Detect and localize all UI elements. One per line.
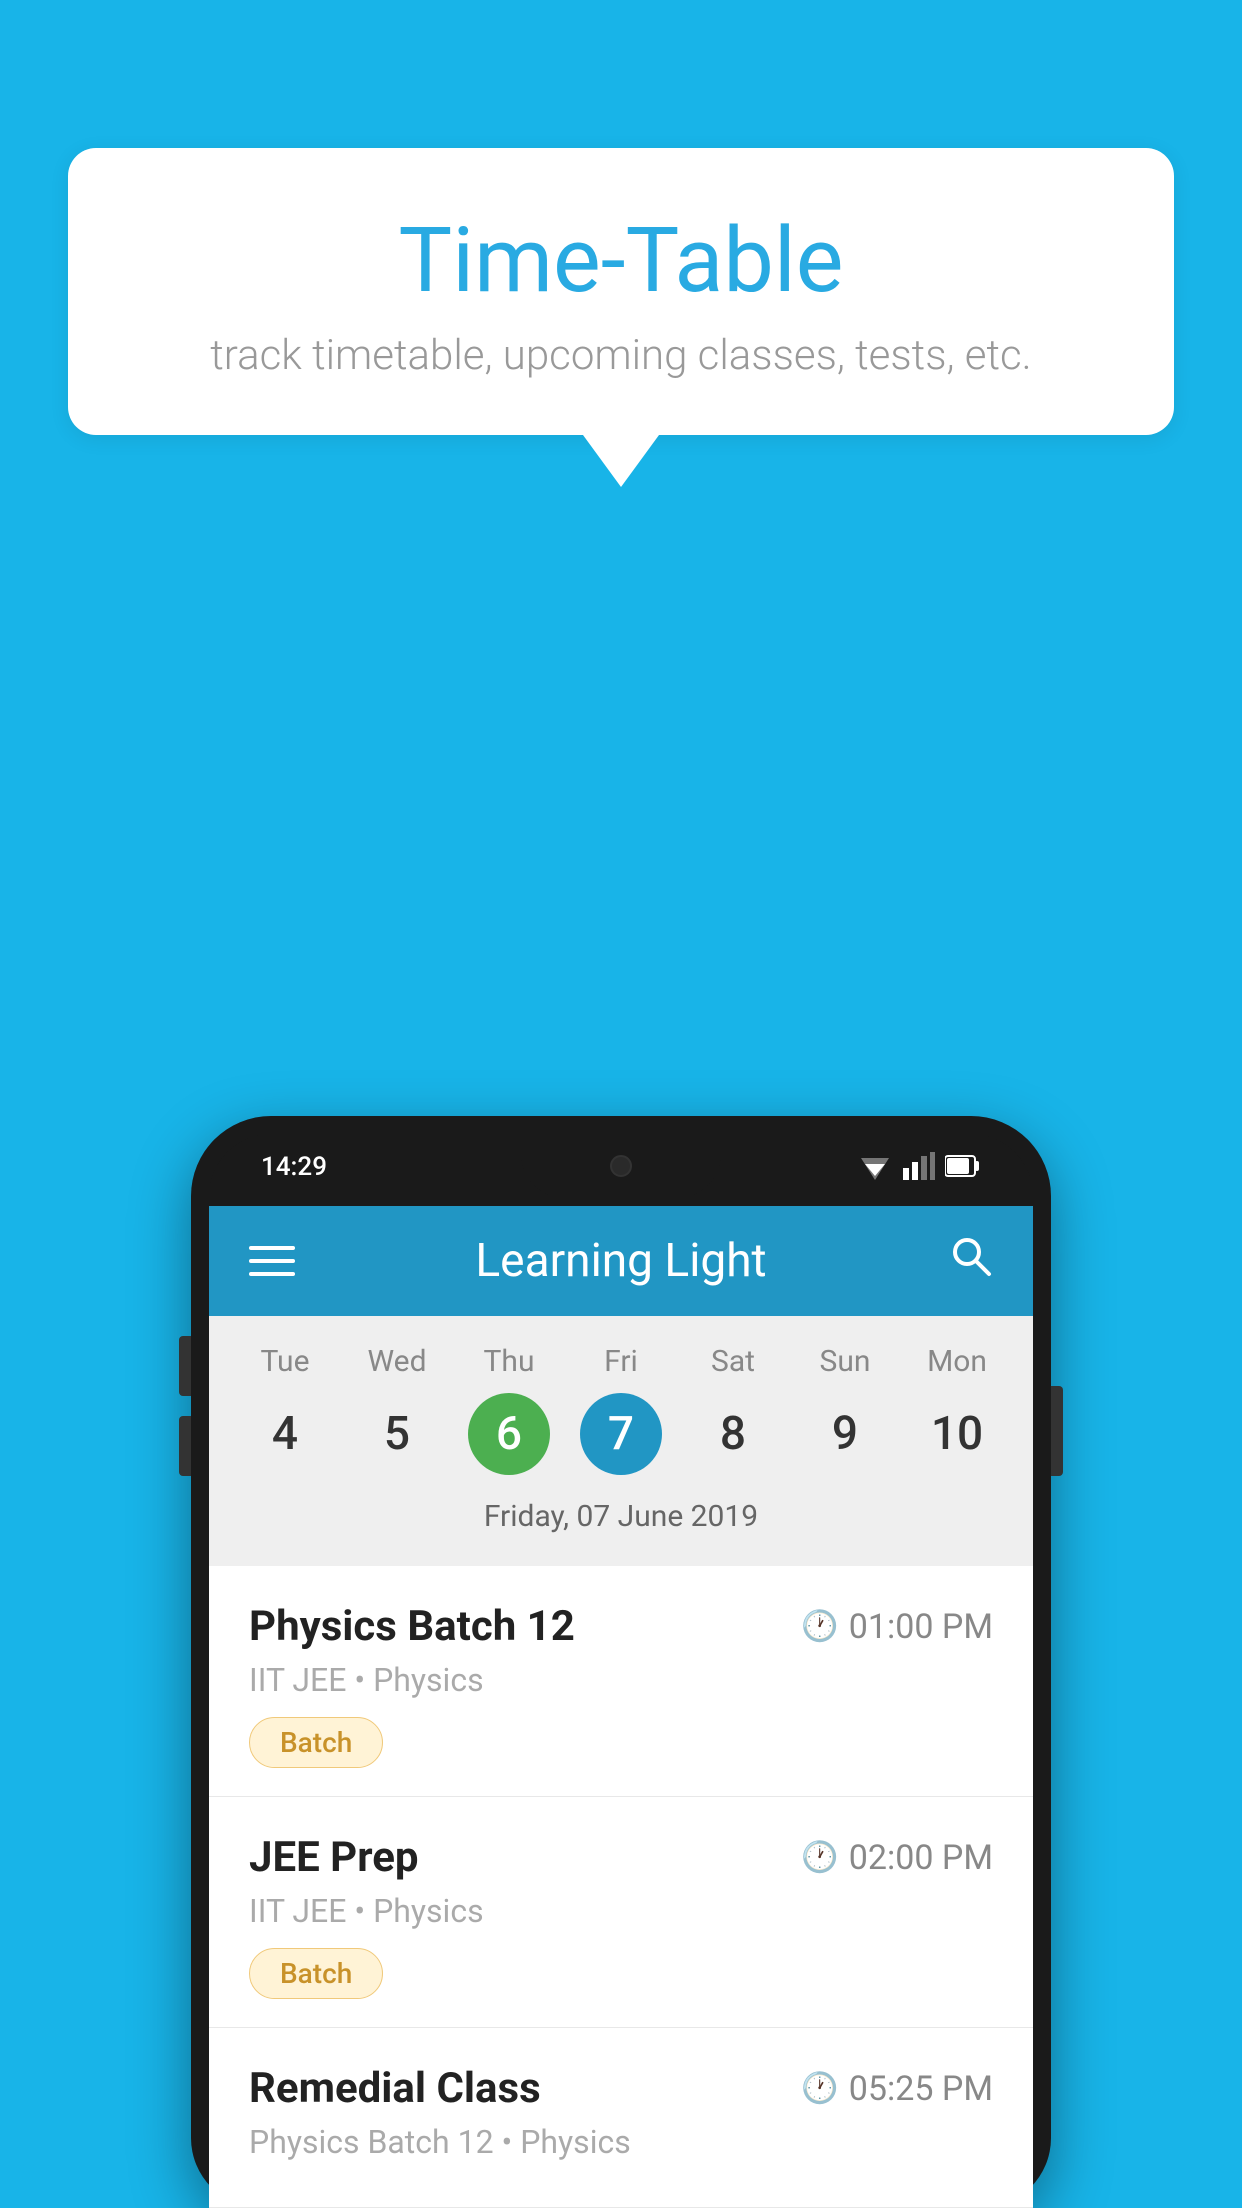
app-bar-title: Learning Light xyxy=(475,1234,766,1288)
day-name-label: Sun xyxy=(820,1344,871,1379)
schedule-subtitle: IIT JEE • Physics xyxy=(249,1661,993,1699)
day-name-label: Thu xyxy=(484,1344,535,1379)
schedule-item-header: JEE Prep 🕐 02:00 PM xyxy=(249,1833,993,1882)
schedule-item[interactable]: JEE Prep 🕐 02:00 PM IIT JEE • Physics Ba… xyxy=(209,1797,1033,2028)
schedule-item[interactable]: Physics Batch 12 🕐 01:00 PM IIT JEE • Ph… xyxy=(209,1566,1033,1797)
calendar-day-cell[interactable]: Thu 6 xyxy=(454,1344,564,1475)
schedule-item[interactable]: Remedial Class 🕐 05:25 PM Physics Batch … xyxy=(209,2028,1033,2208)
phone-frame: 14:29 xyxy=(191,1116,1051,2208)
day-name-label: Sat xyxy=(711,1344,755,1379)
day-number-label: 5 xyxy=(356,1393,438,1475)
day-number-label: 10 xyxy=(916,1393,998,1475)
speech-bubble: Time-Table track timetable, upcoming cla… xyxy=(68,148,1174,435)
battery-icon xyxy=(945,1154,981,1178)
hamburger-menu-button[interactable] xyxy=(249,1246,295,1276)
power-button xyxy=(1051,1386,1063,1476)
schedule-time-value: 02:00 PM xyxy=(849,1838,993,1878)
calendar-day-cell[interactable]: Sun 9 xyxy=(790,1344,900,1475)
day-number-label: 8 xyxy=(692,1393,774,1475)
schedule-title: Physics Batch 12 xyxy=(249,1602,575,1651)
bubble-title: Time-Table xyxy=(118,208,1124,313)
batch-tag: Batch xyxy=(249,1948,383,1999)
speech-bubble-container: Time-Table track timetable, upcoming cla… xyxy=(68,148,1174,487)
selected-date-label: Friday, 07 June 2019 xyxy=(209,1489,1033,1552)
clock-icon: 🕐 xyxy=(801,1840,838,1875)
phone-notch xyxy=(521,1134,721,1198)
status-icons xyxy=(857,1148,981,1180)
schedule-time: 🕐 02:00 PM xyxy=(801,1838,993,1878)
day-name-label: Mon xyxy=(927,1344,987,1379)
day-name-label: Fri xyxy=(604,1344,638,1379)
app-bar: Learning Light xyxy=(209,1206,1033,1316)
day-name-label: Tue xyxy=(261,1344,310,1379)
calendar-day-cell[interactable]: Sat 8 xyxy=(678,1344,788,1475)
volume-up-button xyxy=(179,1336,191,1396)
schedule-subtitle: Physics Batch 12 • Physics xyxy=(249,2123,993,2161)
schedule-time: 🕐 01:00 PM xyxy=(801,1607,993,1647)
phone-screen: Learning Light Tue4Wed5Thu6Fri7Sat8Sun9M… xyxy=(209,1206,1033,2208)
schedule-time-value: 05:25 PM xyxy=(849,2069,993,2109)
schedule-title: JEE Prep xyxy=(249,1833,419,1882)
camera-dot xyxy=(610,1155,632,1177)
day-row: Tue 4 Wed 5 Thu 6 Fri 7 Sat 8 Sun 9 Mon 10 xyxy=(209,1344,1033,1475)
search-button[interactable] xyxy=(947,1232,993,1290)
calendar-strip: Tue 4 Wed 5 Thu 6 Fri 7 Sat 8 Sun 9 Mon 10 Friday, 07… xyxy=(209,1316,1033,1566)
calendar-day-cell[interactable]: Wed 5 xyxy=(342,1344,452,1475)
day-number-label: 6 xyxy=(468,1393,550,1475)
schedule-item-header: Remedial Class 🕐 05:25 PM xyxy=(249,2064,993,2113)
clock-icon: 🕐 xyxy=(801,1609,838,1644)
status-time: 14:29 xyxy=(261,1148,327,1182)
schedule-subtitle: IIT JEE • Physics xyxy=(249,1892,993,1930)
schedule-list: Physics Batch 12 🕐 01:00 PM IIT JEE • Ph… xyxy=(209,1566,1033,2208)
signal-icon xyxy=(903,1152,935,1180)
schedule-time: 🕐 05:25 PM xyxy=(801,2069,993,2109)
day-number-label: 9 xyxy=(804,1393,886,1475)
schedule-time-value: 01:00 PM xyxy=(849,1607,993,1647)
wifi-icon xyxy=(857,1152,893,1180)
bubble-subtitle: track timetable, upcoming classes, tests… xyxy=(118,331,1124,380)
calendar-day-cell[interactable]: Mon 10 xyxy=(902,1344,1012,1475)
speech-bubble-arrow xyxy=(583,435,659,487)
day-number-label: 7 xyxy=(580,1393,662,1475)
calendar-day-cell[interactable]: Fri 7 xyxy=(566,1344,676,1475)
batch-tag: Batch xyxy=(249,1717,383,1768)
calendar-day-cell[interactable]: Tue 4 xyxy=(230,1344,340,1475)
day-number-label: 4 xyxy=(244,1393,326,1475)
schedule-item-header: Physics Batch 12 🕐 01:00 PM xyxy=(249,1602,993,1651)
phone-wrapper: 14:29 xyxy=(191,1116,1051,2208)
schedule-title: Remedial Class xyxy=(249,2064,541,2113)
day-name-label: Wed xyxy=(368,1344,427,1379)
phone-top-bar: 14:29 xyxy=(209,1134,1033,1206)
volume-down-button xyxy=(179,1416,191,1476)
clock-icon: 🕐 xyxy=(801,2071,838,2106)
